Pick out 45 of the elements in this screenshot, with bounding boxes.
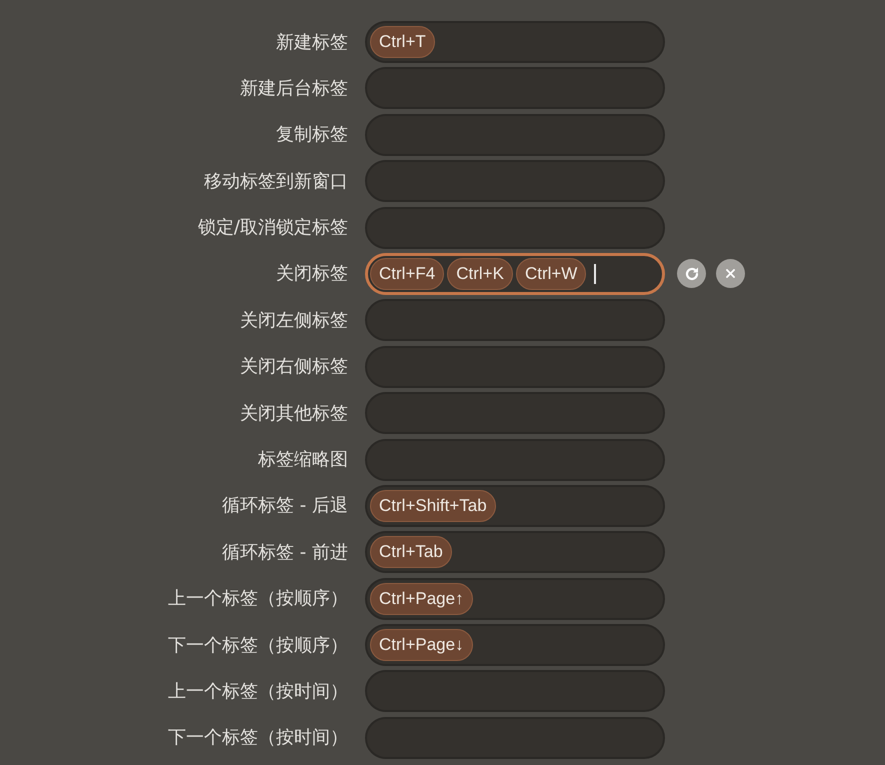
clear-button[interactable]: [716, 259, 745, 288]
key-chip[interactable]: Ctrl+W: [516, 258, 586, 290]
shortcut-field[interactable]: [365, 670, 665, 712]
shortcut-label: 关闭标签: [275, 262, 348, 286]
shortcut-label: 下一个标签（按顺序）: [167, 634, 348, 658]
shortcut-field[interactable]: [365, 299, 665, 342]
shortcut-label: 循环标签 - 前进: [221, 540, 348, 565]
shortcut-field[interactable]: [365, 716, 665, 759]
shortcut-label: 移动标签到新窗口: [203, 170, 348, 194]
shortcut-field[interactable]: Ctrl+Page↑: [365, 578, 665, 620]
shortcut-label: 锁定/取消锁定标签: [196, 216, 348, 240]
shortcut-field[interactable]: [365, 392, 665, 434]
reset-icon: [684, 266, 700, 282]
shortcut-field[interactable]: [365, 438, 665, 481]
key-chip[interactable]: Ctrl+Page↓: [370, 629, 473, 662]
shortcut-field[interactable]: Ctrl+Page↓: [365, 624, 665, 666]
shortcut-field[interactable]: [365, 114, 665, 156]
key-chip[interactable]: Ctrl+F4: [370, 258, 444, 290]
key-chip[interactable]: Ctrl+Page↑: [370, 582, 473, 615]
shortcut-label: 上一个标签（按时间）: [167, 680, 348, 704]
key-chip[interactable]: Ctrl+T: [370, 26, 435, 58]
shortcut-field[interactable]: Ctrl+F4 Ctrl+K Ctrl+W: [365, 252, 665, 295]
shortcut-label: 新建后台标签: [239, 76, 348, 101]
shortcut-label: 关闭其他标签: [239, 402, 348, 426]
shortcut-field[interactable]: [365, 160, 665, 202]
shortcut-label: 关闭左侧标签: [239, 308, 348, 333]
shortcut-label: 标签缩略图: [257, 448, 348, 472]
shortcut-label: 上一个标签（按顺序）: [167, 587, 348, 612]
shortcut-label: 新建标签: [275, 30, 348, 54]
key-chip[interactable]: Ctrl+Shift+Tab: [370, 490, 496, 522]
shortcut-field[interactable]: Ctrl+Shift+Tab: [365, 484, 665, 527]
shortcut-field[interactable]: Ctrl+T: [365, 21, 665, 63]
shortcut-label: 复制标签: [275, 123, 348, 148]
shortcut-field[interactable]: [365, 346, 665, 388]
shortcut-field[interactable]: [365, 206, 665, 249]
key-chip[interactable]: Ctrl+Tab: [370, 536, 452, 568]
shortcut-label: 下一个标签（按时间）: [167, 726, 348, 750]
shortcut-field[interactable]: Ctrl+Tab: [365, 531, 665, 574]
reset-button[interactable]: [677, 259, 706, 288]
shortcut-field[interactable]: [365, 67, 665, 110]
text-cursor: [594, 264, 596, 284]
close-icon: [726, 269, 735, 278]
shortcut-label: 循环标签 - 后退: [221, 494, 348, 518]
key-chip[interactable]: Ctrl+K: [447, 258, 513, 290]
shortcut-label: 关闭右侧标签: [239, 355, 348, 380]
